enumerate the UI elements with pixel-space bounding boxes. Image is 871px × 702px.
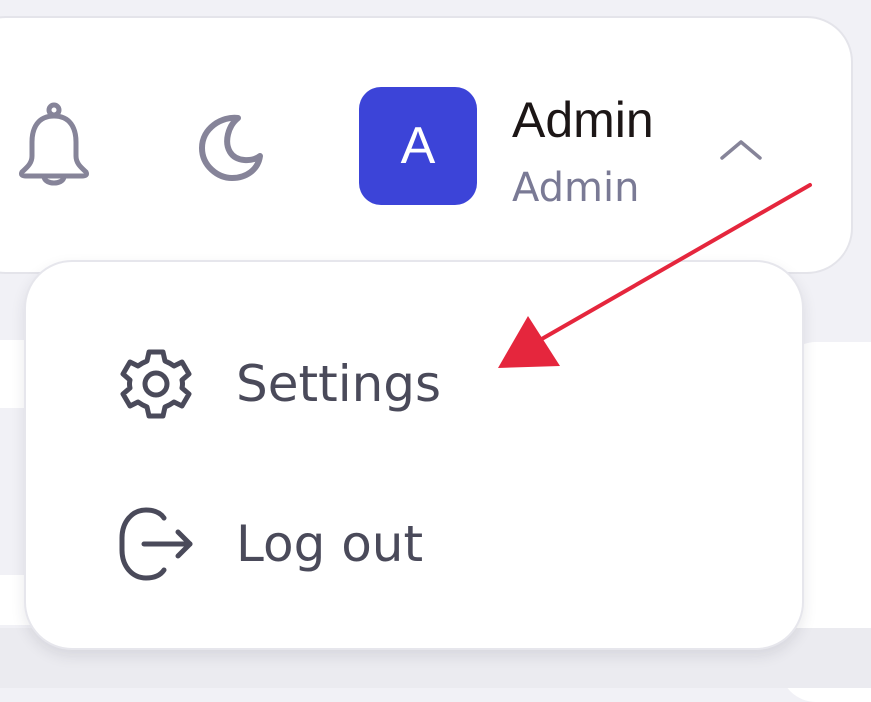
- menu-item-label: Settings: [236, 355, 442, 413]
- avatar[interactable]: A: [359, 87, 477, 205]
- moon-icon[interactable]: [192, 110, 266, 184]
- user-role: Admin: [512, 165, 640, 211]
- logout-icon: [119, 507, 193, 581]
- menu-item-settings[interactable]: Settings: [26, 324, 802, 434]
- menu-item-logout[interactable]: Log out: [26, 484, 802, 594]
- user-name[interactable]: Admin: [512, 88, 654, 152]
- menu-item-label: Log out: [236, 515, 424, 573]
- user-dropdown-menu: Settings Log out: [24, 260, 804, 650]
- avatar-initial: A: [400, 117, 436, 175]
- gear-icon: [120, 349, 192, 419]
- bell-icon[interactable]: [12, 100, 96, 190]
- chevron-up-icon[interactable]: [718, 134, 764, 164]
